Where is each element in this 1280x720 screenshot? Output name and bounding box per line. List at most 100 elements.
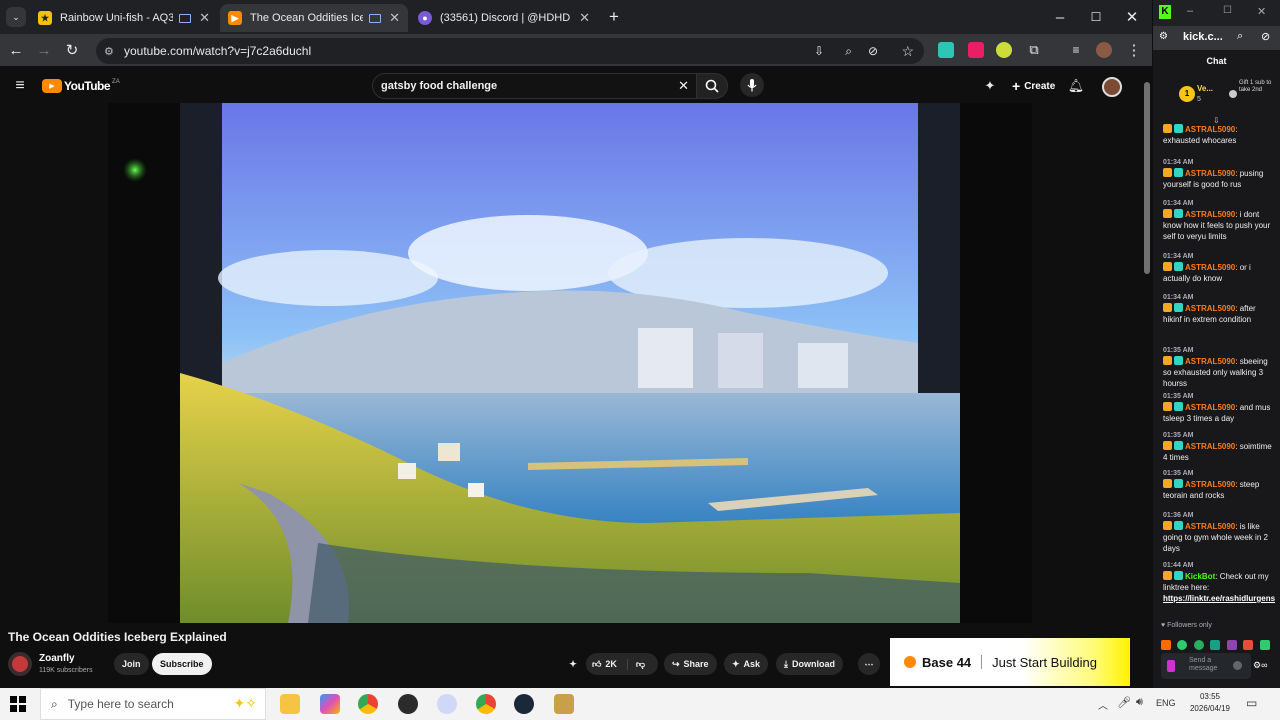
chrome-icon[interactable]: [358, 694, 378, 714]
chat-username[interactable]: KickBot: [1185, 572, 1215, 581]
emote-icon[interactable]: [1161, 640, 1171, 650]
clear-search-icon[interactable]: ✕: [678, 78, 689, 94]
windows-start-icon[interactable]: [10, 696, 26, 712]
extension-icon[interactable]: [968, 42, 984, 58]
video-player[interactable]: [108, 103, 1032, 623]
youtube-logo[interactable]: ▶ YouTube ZA: [42, 79, 120, 93]
profile-avatar[interactable]: [1096, 42, 1112, 58]
subscribe-button[interactable]: Subscribe: [152, 653, 212, 675]
ad-brand: Base 44: [922, 654, 972, 670]
join-button[interactable]: Join: [114, 653, 149, 675]
dislike-icon[interactable]: 👎︎: [626, 658, 645, 670]
chat-username[interactable]: ASTRAL5090: [1185, 263, 1235, 272]
page-scrollbar[interactable]: [1142, 70, 1152, 682]
microphone-icon[interactable]: 🎤︎: [1117, 696, 1131, 709]
like-count[interactable]: 2K: [605, 659, 617, 669]
emote-icon[interactable]: [1226, 640, 1237, 650]
bookmark-star-icon[interactable]: ☆: [901, 43, 914, 60]
maximize-button[interactable]: ☐: [1223, 5, 1232, 16]
chat-settings-icon[interactable]: ⚙∞: [1253, 660, 1267, 671]
chat-username[interactable]: ASTRAL5090: [1185, 357, 1235, 366]
chat-username[interactable]: ASTRAL5090: [1185, 210, 1235, 219]
search-input[interactable]: gatsby food challenge ✕: [372, 73, 698, 99]
share-button[interactable]: ↪ Share: [664, 653, 717, 675]
extension-icon[interactable]: [996, 42, 1012, 58]
new-tab-button[interactable]: +: [604, 7, 624, 27]
close-tab-icon[interactable]: ✕: [579, 10, 590, 26]
emoji-icon[interactable]: [1233, 661, 1242, 670]
app-icon[interactable]: [437, 694, 457, 714]
chat-username[interactable]: ASTRAL5090: [1185, 304, 1235, 313]
notification-center-icon[interactable]: ▭: [1246, 696, 1257, 710]
search-button[interactable]: [696, 73, 728, 99]
emote-picker-icon[interactable]: [1167, 660, 1175, 672]
notifications-bell-icon[interactable]: 🔔︎: [1066, 76, 1086, 96]
speaker-icon[interactable]: 🔊︎: [1136, 696, 1143, 709]
address-bar[interactable]: ⚙ youtube.com/watch?v=j7c2a6duchl ⇩ ⌕ ⊘ …: [96, 38, 924, 64]
scrollbar-thumb[interactable]: [1144, 82, 1150, 274]
steam-icon[interactable]: [514, 694, 534, 714]
eye-off-icon[interactable]: ⊘: [868, 44, 878, 58]
voice-search-button[interactable]: [740, 73, 764, 97]
ask-button[interactable]: ✦ Ask: [724, 653, 769, 675]
media-controls-icon[interactable]: ≡: [1066, 40, 1086, 60]
emote-icon[interactable]: [1177, 640, 1188, 650]
channel-avatar[interactable]: [8, 652, 32, 676]
reload-button[interactable]: ↻: [62, 40, 82, 60]
chrome-icon[interactable]: [476, 694, 496, 714]
chat-username[interactable]: ASTRAL5090: [1185, 169, 1235, 178]
download-button[interactable]: ⤓ Download: [776, 653, 843, 675]
close-window-button[interactable]: ✕: [1122, 7, 1142, 27]
zoom-icon[interactable]: ⌕: [1237, 30, 1243, 43]
emote-icon[interactable]: [1259, 640, 1270, 650]
close-window-button[interactable]: ✕: [1257, 5, 1266, 18]
emote-icon[interactable]: [1193, 640, 1204, 650]
chat-username[interactable]: ASTRAL5090: [1185, 403, 1235, 412]
language-indicator[interactable]: ENG: [1156, 698, 1176, 708]
tray-chevron-icon[interactable]: ︿: [1098, 697, 1108, 712]
extension-icon[interactable]: [938, 42, 954, 58]
browser-menu-icon[interactable]: ⋮: [1124, 40, 1144, 60]
create-button[interactable]: + Create: [1006, 75, 1061, 97]
account-avatar[interactable]: [1102, 77, 1122, 97]
taskbar-search-box[interactable]: ⌕ Type here to search ✦✧: [40, 688, 266, 720]
minimize-button[interactable]: –: [1187, 5, 1193, 17]
clock[interactable]: 03:55 2026/04/19: [1186, 691, 1234, 715]
tab-search-button[interactable]: ⌄: [6, 7, 26, 27]
app-icon[interactable]: [398, 694, 418, 714]
close-tab-icon[interactable]: ✕: [389, 10, 400, 26]
ask-sparkle-icon[interactable]: ✦: [980, 76, 1000, 96]
chat-username[interactable]: ASTRAL5090: [1185, 442, 1235, 451]
like-icon[interactable]: 👍︎: [592, 659, 601, 670]
chat-username[interactable]: ASTRAL5090: [1185, 125, 1235, 134]
emote-icon[interactable]: [1243, 640, 1254, 650]
menu-hamburger-icon[interactable]: ≡: [10, 76, 30, 96]
channel-name[interactable]: Zoanfly: [39, 653, 75, 664]
tab-discord[interactable]: ● (33561) Discord | @HDHDHDH ✕: [410, 4, 598, 32]
eye-off-icon[interactable]: ⊘: [1261, 30, 1270, 43]
forward-button[interactable]: →: [34, 40, 54, 60]
site-info-icon[interactable]: ⚙: [104, 45, 114, 58]
tab-youtube[interactable]: ▶ The Ocean Oddities Iceberg ✕: [220, 4, 408, 32]
maximize-button[interactable]: ☐: [1086, 7, 1106, 27]
gift-prompt[interactable]: Gift 1 sub to take 2nd: [1239, 80, 1275, 94]
ad-banner[interactable]: Base 44 Just Start Building: [890, 638, 1130, 686]
zoom-icon[interactable]: ⌕: [845, 44, 852, 59]
back-button[interactable]: ←: [6, 40, 26, 60]
game-icon[interactable]: [554, 694, 574, 714]
install-app-icon[interactable]: ⇩: [814, 44, 824, 58]
chat-username[interactable]: ASTRAL5090: [1185, 480, 1235, 489]
chat-input[interactable]: Send a message: [1161, 653, 1251, 679]
copilot-icon[interactable]: [320, 694, 340, 714]
extensions-puzzle-icon[interactable]: ⧉: [1024, 40, 1044, 60]
chat-username[interactable]: ASTRAL5090: [1185, 522, 1235, 531]
more-actions-icon[interactable]: ⋯: [858, 653, 880, 675]
file-explorer-icon[interactable]: [280, 694, 300, 714]
site-info-icon[interactable]: ⚙: [1159, 31, 1168, 42]
close-tab-icon[interactable]: ✕: [199, 10, 210, 26]
tab-aq3d[interactable]: ★ Rainbow Uni-fish - AQ3D ✕: [30, 4, 218, 32]
chat-link[interactable]: https://linktr.ee/rashidlurgens: [1163, 594, 1275, 603]
minimize-button[interactable]: –: [1050, 7, 1070, 27]
ask-ai-icon[interactable]: ✦: [562, 653, 584, 675]
emote-icon[interactable]: [1210, 640, 1221, 650]
